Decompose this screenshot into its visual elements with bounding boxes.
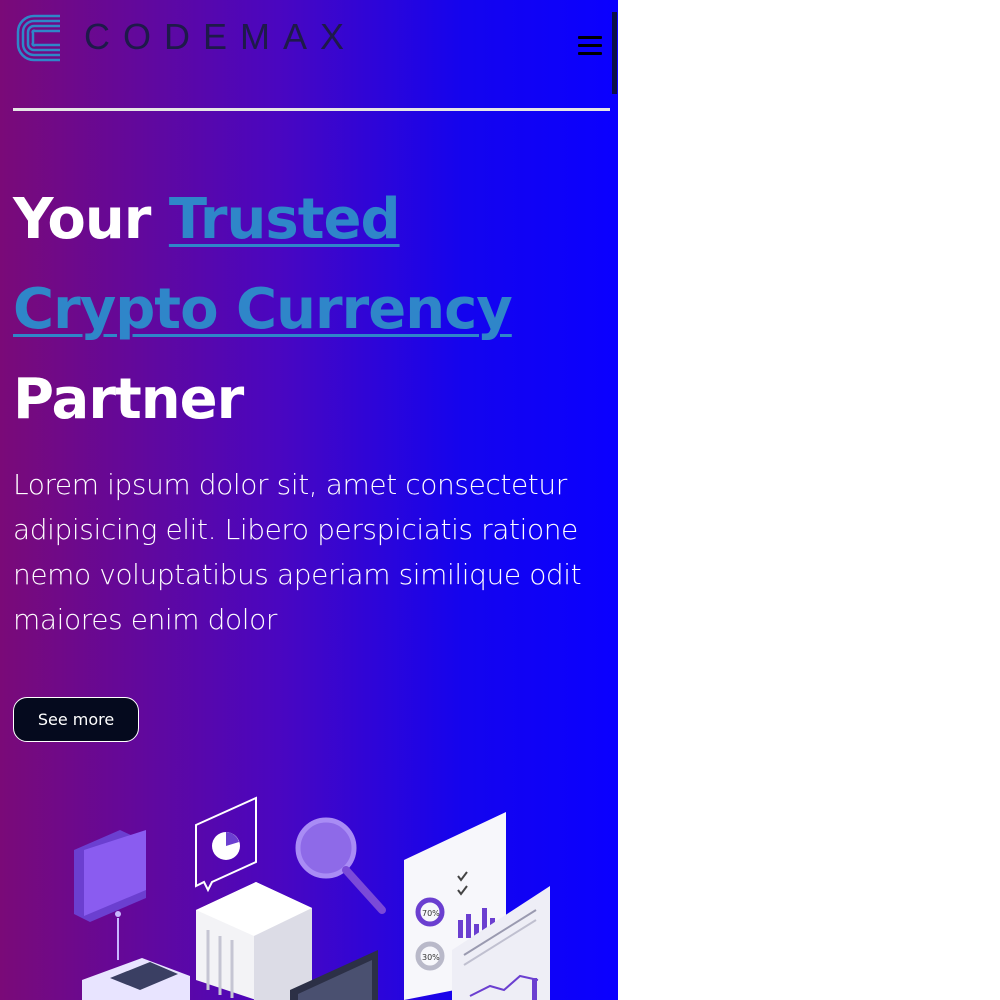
server-icon: [196, 882, 312, 1000]
svg-text:70%: 70%: [422, 909, 440, 918]
crypto-isometric-illustration: 70% 30%: [74, 796, 550, 1000]
page: CODEMAX Your Trusted Crypto Currency Par…: [0, 0, 618, 1000]
hamburger-icon: [578, 36, 602, 39]
title-text-partner: Partner: [13, 367, 244, 432]
brand-name[interactable]: CODEMAX: [84, 16, 357, 58]
menu-button[interactable]: [574, 30, 606, 62]
hero-title: Your Trusted Crypto Currency Partner: [13, 175, 613, 445]
magnifier-icon: [295, 817, 386, 914]
svg-text:30%: 30%: [422, 953, 440, 962]
pie-chart-icon: [195, 796, 257, 893]
see-more-button[interactable]: See more: [13, 697, 139, 742]
hero-description: Lorem ipsum dolor sit, amet consectetur …: [13, 468, 582, 636]
header-divider: [13, 108, 610, 111]
header: CODEMAX: [0, 0, 618, 110]
scrollbar[interactable]: [612, 12, 617, 94]
title-link-crypto-currency[interactable]: Crypto Currency: [13, 277, 513, 342]
title-text-your: Your: [13, 187, 169, 252]
logo-c-icon[interactable]: [12, 10, 68, 66]
calculator-icon: [82, 958, 190, 1000]
folder-icon: [74, 830, 146, 922]
title-link-trusted[interactable]: Trusted: [169, 187, 401, 252]
